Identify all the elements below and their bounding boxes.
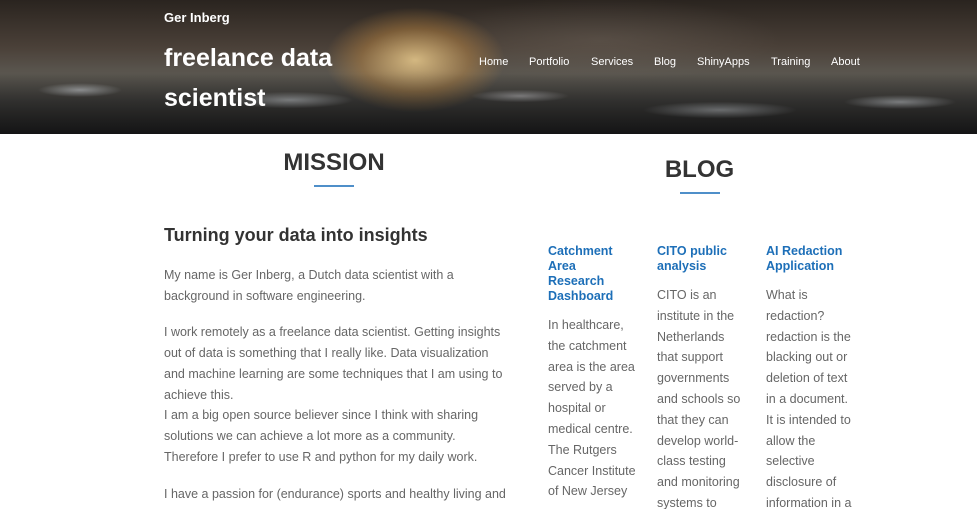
blog-post-title-catchment[interactable]: Catchment Area Research Dashboard: [548, 244, 628, 304]
nav-item-services[interactable]: Services: [591, 56, 633, 68]
blog-post-excerpt-cito: CITO is an institute in the Netherlands …: [657, 288, 741, 509]
header-background-image: [0, 70, 977, 134]
mission-paragraph-open-source: I am a big open source believer since I …: [164, 408, 479, 464]
mission-paragraph-intro: My name is Ger Inberg, a Dutch data scie…: [164, 268, 454, 303]
nav-item-home[interactable]: Home: [479, 56, 508, 68]
site-name-link[interactable]: Ger Inberg: [164, 10, 230, 25]
nav-item-blog[interactable]: Blog: [654, 56, 676, 68]
mission-paragraph-passion: I have a passion for (endurance) sports …: [164, 487, 506, 501]
mission-paragraph-work: I work remotely as a freelance data scie…: [164, 325, 503, 402]
nav-item-shinyapps[interactable]: ShinyApps: [697, 56, 750, 68]
nav-item-training[interactable]: Training: [771, 56, 810, 68]
blog-post-excerpt-catchment: In healthcare, the catchment area is the…: [548, 318, 636, 499]
blog-post-excerpt-ai-redaction: What is redaction? redaction is the blac…: [766, 288, 852, 509]
nav-item-about[interactable]: About: [831, 56, 860, 68]
blog-post-title-ai-redaction[interactable]: AI Redaction Application: [766, 244, 856, 274]
mission-heading-underline: [314, 185, 354, 187]
mission-heading: MISSION: [283, 149, 385, 176]
blog-heading-underline: [680, 192, 720, 194]
mission-subtitle: Turning your data into insights: [164, 225, 428, 245]
blog-heading: BLOG: [664, 156, 735, 183]
blog-post-title-cito[interactable]: CITO public analysis: [657, 244, 747, 274]
site-header: Ger Inberg freelance data scientist Home…: [0, 0, 977, 134]
nav-item-portfolio[interactable]: Portfolio: [529, 56, 569, 68]
site-tagline: freelance data scientist: [164, 44, 333, 112]
